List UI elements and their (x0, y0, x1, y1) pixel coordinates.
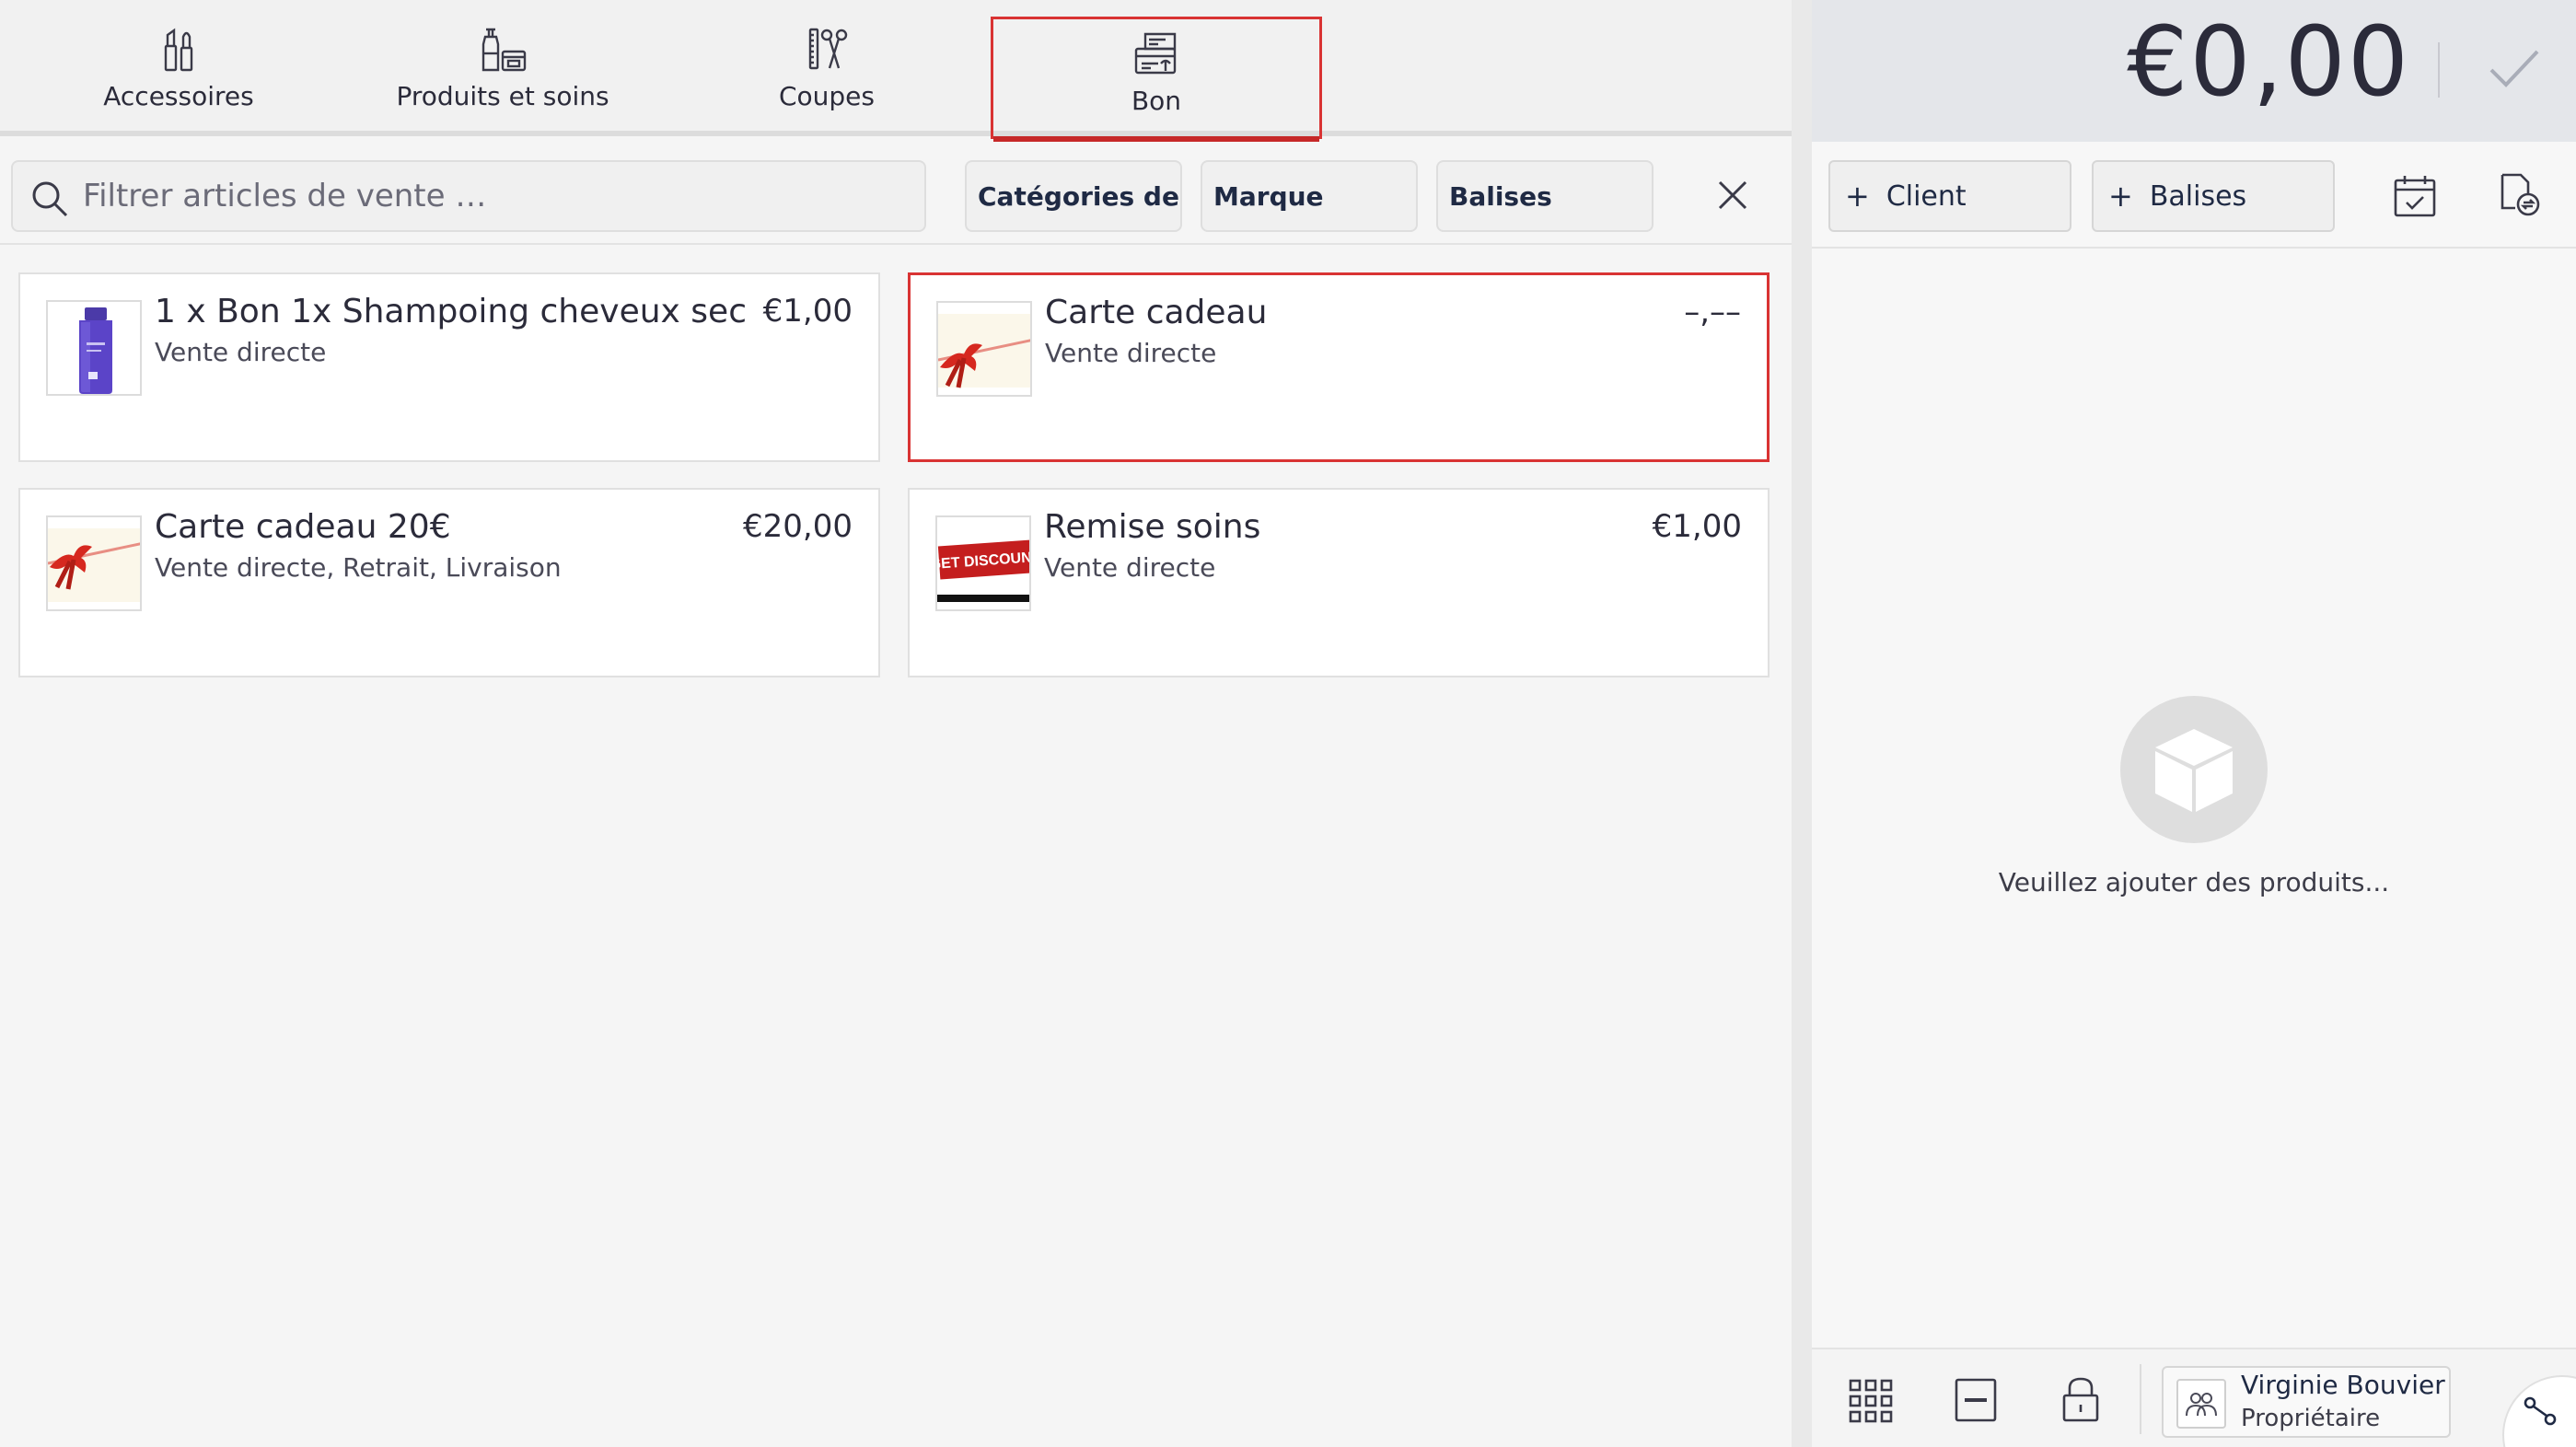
add-tags-label: Balises (2149, 179, 2247, 213)
filter-bar: Catégories de... Marque Balises (0, 142, 1792, 245)
tab-coupes[interactable]: Coupes (737, 0, 917, 136)
product-price: €1,00 (762, 293, 853, 330)
plus-icon: + (2108, 179, 2133, 214)
empty-cart-state: Veuillez ajouter des produits... (1812, 696, 2576, 897)
tab-produits-et-soins[interactable]: Produits et soins (392, 0, 613, 136)
search-field[interactable] (11, 160, 926, 232)
grid-icon[interactable] (1849, 1379, 1893, 1423)
product-price: €1,00 (1652, 508, 1742, 545)
voucher-icon (1134, 32, 1177, 75)
scissors-comb-icon (808, 28, 848, 70)
minus-square-icon[interactable] (1954, 1377, 1998, 1423)
product-name: Remise soins (1044, 508, 1261, 546)
product-subtitle: Vente directe (1044, 552, 1216, 583)
user-role: Propriétaire (2241, 1405, 2381, 1432)
category-tabs: Accessoires Produits et soins Coupes Bon (0, 0, 1792, 142)
product-price: €20,00 (743, 508, 853, 545)
tab-label: Produits et soins (396, 81, 609, 111)
users-icon (2176, 1379, 2226, 1429)
filter-brand-button[interactable]: Marque (1201, 160, 1418, 232)
corner-menu-button[interactable] (2502, 1375, 2576, 1447)
product-subtitle: Vente directe (155, 337, 327, 367)
document-exchange-icon[interactable] (2497, 171, 2543, 219)
product-tile-carte-cadeau[interactable]: Carte cadeau Vente directe –,–– (908, 272, 1770, 462)
search-input[interactable] (83, 169, 911, 223)
tab-bon[interactable]: Bon (991, 17, 1322, 142)
products-bottles-icon (482, 28, 527, 72)
filter-tags-button[interactable]: Balises (1436, 160, 1654, 232)
panel-divider (1792, 0, 1812, 1447)
tab-accessoires[interactable]: Accessoires (87, 0, 271, 136)
tab-label: Accessoires (103, 81, 254, 111)
product-subtitle: Vente directe (1045, 338, 1217, 368)
gift-card-bow-image (46, 515, 142, 611)
user-name: Virginie Bouvier (2241, 1370, 2445, 1400)
lipstick-icon (164, 28, 193, 72)
tab-label: Bon (1131, 86, 1182, 116)
product-name: 1 x Bon 1x Shampoing cheveux sec (155, 293, 747, 330)
cart-total: €0,00 (2127, 6, 2410, 118)
empty-cart-message: Veuillez ajouter des produits... (1998, 867, 2390, 897)
plus-icon: + (1845, 179, 1870, 214)
user-card[interactable]: Virginie Bouvier Propriétaire (2162, 1366, 2451, 1438)
toolbar-separator (2140, 1364, 2141, 1434)
search-icon (32, 181, 68, 217)
box-icon (2120, 696, 2268, 843)
product-subtitle: Vente directe, Retrait, Livraison (155, 552, 562, 583)
shampoo-bottle-image (46, 300, 142, 396)
add-tags-button[interactable]: + Balises (2092, 160, 2335, 232)
add-client-label: Client (1886, 179, 1967, 213)
checkmark-icon[interactable] (2484, 41, 2545, 96)
total-separator (2438, 42, 2440, 98)
close-icon[interactable] (1714, 177, 1751, 214)
product-tile-bon-shampoing[interactable]: 1 x Bon 1x Shampoing cheveux sec Vente d… (18, 272, 880, 462)
get-discount-image: GET DISCOUNT (935, 515, 1031, 611)
lock-icon[interactable] (2060, 1375, 2101, 1423)
filter-categories-button[interactable]: Catégories de... (965, 160, 1182, 232)
cart-panel: €0,00 + Client + Balises Veuillez ajoute… (1812, 0, 2576, 1447)
product-tile-carte-cadeau-20[interactable]: Carte cadeau 20€ Vente directe, Retrait,… (18, 488, 880, 677)
product-price: –,–– (1684, 294, 1741, 330)
product-name: Carte cadeau (1045, 294, 1268, 331)
sales-articles-panel: Accessoires Produits et soins Coupes Bon… (0, 0, 1792, 1447)
product-name: Carte cadeau 20€ (155, 508, 451, 546)
tab-label: Coupes (778, 81, 875, 111)
total-bar: €0,00 (1812, 0, 2576, 142)
bottom-toolbar: Virginie Bouvier Propriétaire (1812, 1348, 2576, 1447)
gift-card-bow-image (936, 301, 1032, 397)
add-client-button[interactable]: + Client (1828, 160, 2071, 232)
network-nodes-icon (2524, 1396, 2557, 1426)
cart-actions: + Client + Balises (1812, 147, 2576, 249)
product-tile-remise-soins[interactable]: GET DISCOUNT Remise soins Vente directe … (908, 488, 1770, 677)
calendar-check-icon[interactable] (2392, 173, 2438, 219)
